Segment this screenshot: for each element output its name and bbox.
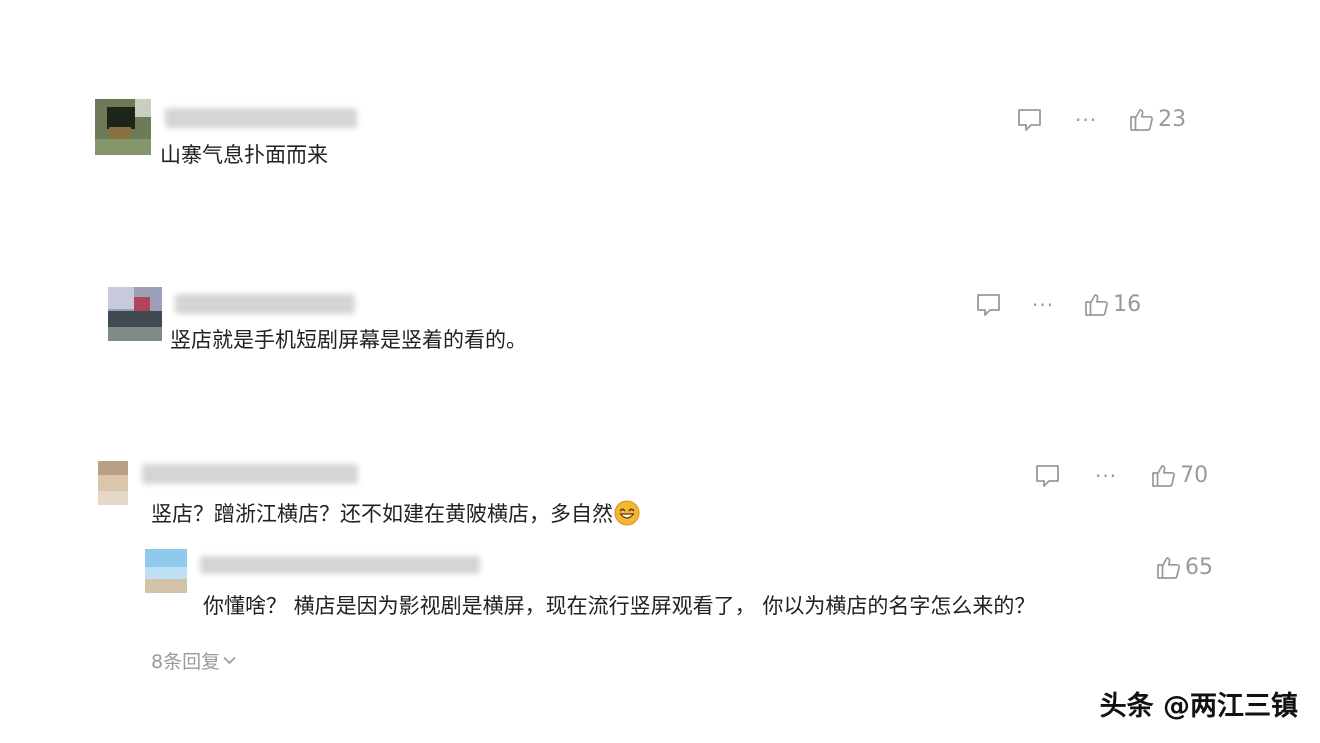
reply-actions: 65 [1156,555,1213,580]
reply-like-button[interactable]: 65 [1156,555,1213,580]
reply-avatar[interactable] [145,549,187,593]
more-replies-link[interactable]: 8条回复 [151,647,236,674]
chevron-down-icon [223,657,236,664]
reply-text: 你懂啥？ 横店是因为影视剧是横屏，现在流行竖屏观看了， 你以为横店的名字怎么来的… [203,594,1036,618]
comment-item: 竖店？蹭浙江横店？还不如建在黄陂横店，多自然 ··· 70 你懂啥？ 横店是因为… [0,0,1320,700]
more-replies-label: 8条回复 [151,651,221,673]
reply-item: 你懂啥？ 横店是因为影视剧是横屏，现在流行竖屏观看了， 你以为横店的名字怎么来的… [0,0,1320,640]
like-count: 65 [1185,554,1213,580]
thumbs-up-icon [1157,557,1180,579]
reply-username-blurred[interactable] [200,556,480,574]
watermark: 头条 @两江三镇 [1099,691,1298,722]
